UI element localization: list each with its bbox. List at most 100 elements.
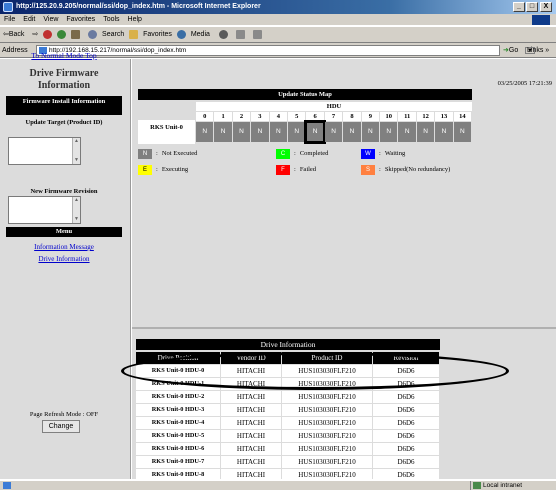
hdu-status-cell[interactable]: N [435, 122, 453, 142]
product-id-cell: HUS103030FLF210 [282, 417, 372, 429]
go-button[interactable]: ➜Go [503, 43, 518, 58]
legend-swatch: C [276, 149, 290, 159]
hdu-status-cell[interactable]: N [416, 122, 435, 142]
menu-favorites[interactable]: Favorites [62, 14, 99, 26]
revision-cell: D6D6 [373, 365, 439, 377]
hdu-status-cell[interactable]: N [453, 122, 472, 142]
vendor-id-cell: HITACHI [221, 391, 281, 403]
header-drive-position: Drive Position [136, 352, 220, 364]
hdu-number: 0 [196, 112, 214, 121]
vendor-id-cell: HITACHI [221, 365, 281, 377]
hdu-status-cell[interactable]: N [196, 122, 214, 142]
drive-position-cell: RKS Unit-0 HDU-2 [136, 391, 220, 403]
hdu-number: 8 [343, 112, 361, 121]
hdu-status-cell[interactable]: N [324, 122, 343, 142]
hdu-header: HDU [196, 102, 472, 111]
hdu-number-row: 0 1 2 3 4 5 6 7 8 9 10 11 12 13 14 [196, 112, 472, 121]
textarea-scrollbar[interactable]: ▲ ▼ [72, 197, 80, 223]
legend-row: N: Not Executed C: Completed W: Waiting [138, 149, 478, 165]
mail-icon[interactable] [235, 30, 245, 39]
drive-info-title: Drive Information [136, 339, 440, 350]
hdu-number: 14 [453, 112, 472, 121]
search-button[interactable]: Search [99, 27, 127, 42]
menu-file[interactable]: File [0, 14, 19, 26]
table-row: RKS Unit-0 HDU-1 HITACHI HUS103030FLF210 D6… [136, 378, 440, 390]
hdu-status-cell[interactable]: N [361, 122, 380, 142]
vendor-id-cell: HITACHI [221, 430, 281, 442]
vendor-id-cell: HITACHI [221, 417, 281, 429]
hdu-number: 7 [324, 112, 343, 121]
status-legend: N: Not Executed C: Completed W: Waiting E:E… [138, 149, 478, 181]
legend-swatch: W [361, 149, 375, 159]
links-button[interactable]: Links » [527, 43, 549, 58]
information-message-link[interactable]: Information Message [6, 243, 122, 251]
drive-information-link[interactable]: Drive Information [6, 255, 122, 263]
legend-swatch: E [138, 165, 152, 175]
hdu-status-cell[interactable]: N [269, 122, 288, 142]
firmware-install-header: Firmware Install Information [6, 96, 122, 115]
product-id-cell: HUS103030FLF210 [282, 404, 372, 416]
hdu-status-cell[interactable]: N [380, 122, 398, 142]
to-normal-mode-link[interactable]: To Normal Mode Top [4, 51, 124, 60]
status-bar: Local intranet [0, 480, 556, 490]
scroll-down-icon[interactable]: ▼ [74, 217, 79, 222]
legend-failed: F: Failed [276, 165, 316, 175]
hdu-status-cell[interactable]: N [304, 120, 326, 144]
back-button[interactable]: ⇦Back [0, 27, 27, 42]
hdu-status-cell[interactable]: N [232, 122, 251, 142]
scroll-down-icon[interactable]: ▼ [74, 158, 79, 163]
product-id-cell: HUS103030FLF210 [282, 430, 372, 442]
status-map-grid: HDU 0 1 2 3 4 5 6 7 8 9 10 11 12 13 14 RKS Unit-0 NNNN… [138, 100, 472, 145]
new-firmware-label: New Firmware Revision [30, 188, 98, 195]
menu-edit[interactable]: Edit [19, 14, 39, 26]
vendor-id-cell: HITACHI [221, 456, 281, 468]
print-icon[interactable] [252, 30, 262, 39]
windows-logo-icon [532, 15, 550, 25]
table-row: RKS Unit-0 HDU-2 HITACHI HUS103030FLF210 D6… [136, 391, 440, 403]
browser-toolbar: ⇦Back ⇨ Search Favorites Media [0, 26, 556, 43]
menu-view[interactable]: View [39, 14, 62, 26]
menu-header: Menu [6, 227, 122, 237]
security-zone: Local intranet [470, 481, 556, 490]
close-button[interactable]: X [540, 2, 552, 12]
forward-button[interactable]: ⇨ [29, 27, 41, 42]
page-refresh-mode-label: Page Refresh Mode : OFF [29, 411, 99, 418]
update-target-textarea[interactable]: ▲ ▼ [8, 137, 81, 165]
hdu-number: 1 [214, 112, 232, 121]
revision-cell: D6D6 [373, 430, 439, 442]
menu-help[interactable]: Help [124, 14, 146, 26]
hdu-status-cell[interactable]: N [398, 122, 416, 142]
history-icon[interactable] [218, 30, 228, 39]
table-header-row: Drive Position Vendor ID Product ID Revi… [136, 352, 440, 364]
scroll-up-icon[interactable]: ▲ [74, 139, 79, 144]
favorites-button[interactable]: Favorites [140, 27, 175, 42]
maximize-button[interactable]: □ [526, 2, 538, 12]
table-row: RKS Unit-0 HDU-3 HITACHI HUS103030FLF210 D6… [136, 404, 440, 416]
media-button[interactable]: Media [188, 27, 213, 42]
hdu-status-cell[interactable]: N [343, 122, 361, 142]
revision-cell: D6D6 [373, 404, 439, 416]
textarea-scrollbar[interactable]: ▲ ▼ [72, 138, 80, 164]
menu-bar: File Edit View Favorites Tools Help [0, 14, 556, 26]
hdu-status-cell[interactable]: N [288, 122, 306, 142]
product-id-cell: HUS103030FLF210 [282, 391, 372, 403]
legend-skipped: S: Skipped(No redundancy) [361, 165, 450, 175]
product-id-cell: HUS103030FLF210 [282, 456, 372, 468]
vendor-id-cell: HITACHI [221, 443, 281, 455]
minimize-button[interactable]: _ [513, 2, 525, 12]
intranet-icon [473, 482, 481, 489]
menu-tools[interactable]: Tools [99, 14, 123, 26]
home-icon[interactable] [71, 30, 81, 39]
new-firmware-textarea[interactable]: ▲ ▼ [8, 196, 81, 224]
change-button[interactable]: Change [42, 420, 80, 433]
drive-position-cell: RKS Unit-0 HDU-6 [136, 443, 220, 455]
hdu-status-cell[interactable]: N [214, 122, 232, 142]
header-product-id: Product ID [282, 352, 372, 364]
drive-position-cell: RKS Unit-0 HDU-1 [136, 378, 220, 390]
stop-icon[interactable] [43, 30, 53, 39]
scroll-up-icon[interactable]: ▲ [74, 198, 79, 203]
hdu-status-cell[interactable]: N [251, 122, 269, 142]
refresh-icon[interactable] [57, 30, 67, 39]
hdu-number: 2 [232, 112, 251, 121]
hdu-number: 9 [361, 112, 380, 121]
